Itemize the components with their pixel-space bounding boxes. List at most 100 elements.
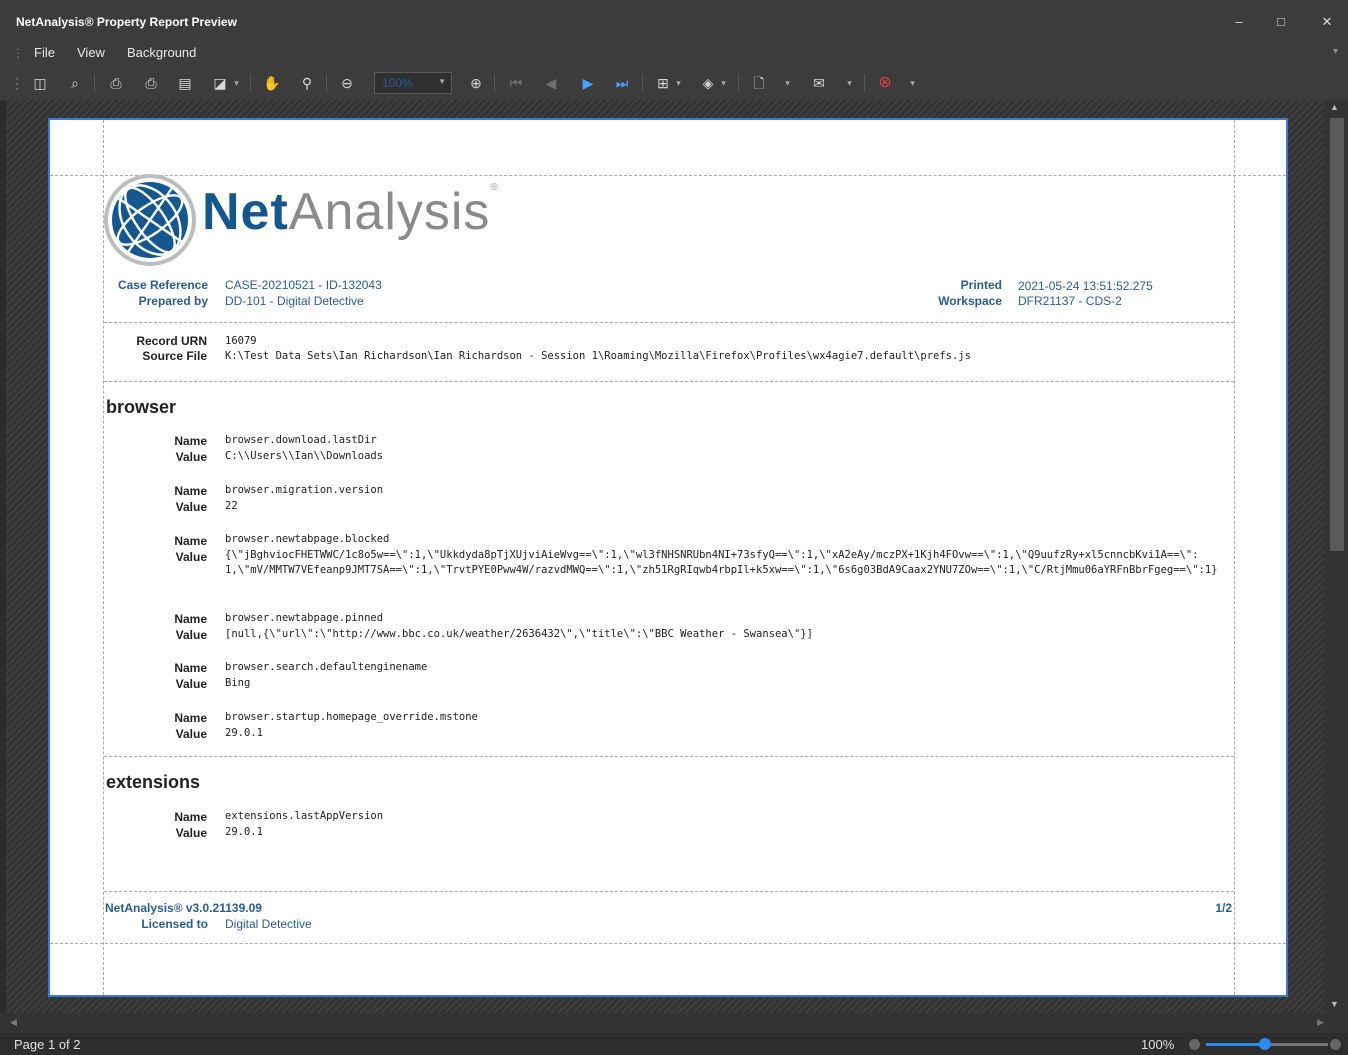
last-page-icon[interactable]: ⏭ xyxy=(611,72,633,94)
footer-version: NetAnalysis® v3.0.21139.09 xyxy=(105,901,262,915)
section-title-browser: browser xyxy=(106,397,177,417)
toolbar-separator xyxy=(326,74,327,92)
toolbar-separator xyxy=(864,74,865,92)
page-setup-icon[interactable]: ▤ xyxy=(174,72,196,94)
entry-name-label: Name xyxy=(174,484,207,498)
entry-value-label: Value xyxy=(175,500,207,514)
entry-value: 22 xyxy=(225,500,238,512)
section-divider xyxy=(104,756,1234,757)
send-email-icon[interactable]: ✉ xyxy=(808,72,830,94)
zoom-combobox[interactable]: 100% ▼ xyxy=(374,72,452,94)
section-divider xyxy=(104,322,1234,323)
grip-icon: ⋮ xyxy=(12,46,24,60)
zoom-in-icon[interactable]: ⊕ xyxy=(465,72,487,94)
menu-background[interactable]: Background xyxy=(127,45,196,60)
report-page: NetAnalysis® Case Reference CASE-2021052… xyxy=(48,118,1288,997)
grip-icon: ⋮ xyxy=(10,75,24,91)
licensed-to-value: Digital Detective xyxy=(225,917,312,931)
scroll-left-icon[interactable]: ◀ xyxy=(10,1017,17,1028)
entry-name: browser.download.lastDir xyxy=(225,434,377,446)
prepared-by-label: Prepared by xyxy=(138,294,208,308)
scroll-down-icon[interactable]: ▼ xyxy=(1330,999,1339,1009)
chevron-down-icon[interactable]: ▼ xyxy=(438,77,446,86)
zoom-out-icon[interactable] xyxy=(1189,1039,1200,1050)
printed-value: 2021-05-24 13:51:52.275 xyxy=(1018,279,1153,293)
send-email-dropdown-icon[interactable]: ▾ xyxy=(845,72,854,94)
entry-name: browser.newtabpage.pinned xyxy=(225,612,384,624)
multiple-pages-dropdown-icon[interactable]: ▾ xyxy=(674,72,683,94)
menu-file[interactable]: File xyxy=(34,45,55,60)
entry-value-label: Value xyxy=(175,550,207,564)
status-bar: Page 1 of 2 100% xyxy=(0,1033,1348,1055)
case-reference-value: CASE-20210521 - ID-132043 xyxy=(225,278,382,292)
zoom-slider-fill xyxy=(1206,1043,1265,1046)
scrollbar-thumb[interactable] xyxy=(1330,118,1344,551)
magnifier-icon[interactable]: ⚲ xyxy=(296,72,318,94)
search-icon[interactable]: ⌕ xyxy=(64,72,86,94)
toolbar-separator xyxy=(738,74,739,92)
section-title-extensions: extensions xyxy=(106,772,201,792)
scroll-up-icon[interactable]: ▲ xyxy=(1330,102,1339,112)
first-page-icon[interactable]: ⏮ xyxy=(505,72,527,94)
menu-view[interactable]: View xyxy=(77,45,105,60)
zoom-percentage: 100% xyxy=(1141,1037,1175,1052)
scale-icon[interactable]: ◪ xyxy=(209,72,231,94)
close-preview-dropdown-icon[interactable]: ▾ xyxy=(908,72,917,94)
entry-value: 29.0.1 xyxy=(225,826,263,838)
print-icon[interactable]: ⎙ xyxy=(105,72,127,94)
scale-dropdown-icon[interactable]: ▾ xyxy=(232,72,241,94)
entry-value: [null,{\"url\":\"http://www.bbc.co.uk/we… xyxy=(225,628,813,640)
minimize-button[interactable]: – xyxy=(1226,12,1252,32)
entry-name: browser.newtabpage.blocked xyxy=(225,533,390,545)
record-urn-value: 16079 xyxy=(225,335,257,347)
page-margin-guide xyxy=(50,175,1286,176)
export-dropdown-icon[interactable]: ▾ xyxy=(783,72,792,94)
toolbar-separator xyxy=(250,74,251,92)
entry-value: Bing xyxy=(225,677,251,689)
fill-background-dropdown-icon[interactable]: ▾ xyxy=(719,72,728,94)
menu-overflow-icon[interactable]: ▼ xyxy=(1331,46,1340,56)
maximize-button[interactable]: □ xyxy=(1268,12,1294,32)
document-map-icon[interactable]: ◫ xyxy=(29,72,51,94)
printed-label: Printed xyxy=(960,278,1002,292)
fill-background-icon[interactable]: ◈ xyxy=(697,72,719,94)
entry-value-label: Value xyxy=(175,450,207,464)
entry-value: {\"jBghviocFHETWWC/1c8o5w==\":1,\"Ukkdyd… xyxy=(225,549,1218,576)
toolbar-separator xyxy=(94,74,95,92)
toolbar: ⋮ ◫ ⌕ ⎙ ⎙ ▤ ◪ ▾ ✋ ⚲ ⊖ ⊕ ⏮ ◀ ▶ ⏭ ⊞ ▾ ◈ ▾ … xyxy=(0,66,1348,101)
entry-value-label: Value xyxy=(175,727,207,741)
close-preview-icon[interactable]: ⊗ xyxy=(874,72,896,94)
zoom-in-icon[interactable] xyxy=(1330,1039,1341,1050)
workspace-label: Workspace xyxy=(938,294,1002,308)
scroll-right-icon[interactable]: ▶ xyxy=(1317,1017,1324,1028)
multiple-pages-icon[interactable]: ⊞ xyxy=(652,72,674,94)
entry-value-label: Value xyxy=(175,628,207,642)
logo-registered-mark: ® xyxy=(490,182,499,193)
logo-text-net: Net xyxy=(202,183,289,241)
record-urn-label: Record URN xyxy=(136,334,207,348)
zoom-out-icon[interactable]: ⊖ xyxy=(336,72,358,94)
close-button[interactable]: ✕ xyxy=(1314,12,1340,32)
previous-page-icon[interactable]: ◀ xyxy=(540,72,562,94)
zoom-combobox-value: 100% xyxy=(382,76,413,90)
page-indicator: Page 1 of 2 xyxy=(14,1037,81,1052)
vertical-scrollbar[interactable]: ▲ ▼ xyxy=(1324,100,1348,1013)
entry-value: C:\\Users\\Ian\\Downloads xyxy=(225,450,384,462)
source-file-label: Source File xyxy=(142,349,207,363)
title-bar: NetAnalysis® Property Report Preview – □… xyxy=(0,0,1348,42)
hand-tool-icon[interactable]: ✋ xyxy=(261,72,283,94)
entry-name-label: Name xyxy=(174,534,207,548)
case-reference-label: Case Reference xyxy=(117,278,208,292)
entry-value: 29.0.1 xyxy=(225,727,263,739)
section-divider xyxy=(104,891,1234,892)
export-icon[interactable]: 🗋 xyxy=(748,72,770,94)
zoom-slider-thumb[interactable] xyxy=(1259,1038,1271,1050)
menu-bar: ⋮ File View Background ▼ xyxy=(0,42,1348,66)
netanalysis-globe-logo xyxy=(104,174,196,266)
entry-name: extensions.lastAppVersion xyxy=(225,810,384,822)
window-title: NetAnalysis® Property Report Preview xyxy=(16,15,237,29)
quick-print-icon[interactable]: ⎙ xyxy=(140,72,162,94)
horizontal-scrollbar[interactable]: ◀ ▶ xyxy=(0,1013,1348,1033)
entry-name-label: Name xyxy=(174,612,207,626)
next-page-icon[interactable]: ▶ xyxy=(577,72,599,94)
